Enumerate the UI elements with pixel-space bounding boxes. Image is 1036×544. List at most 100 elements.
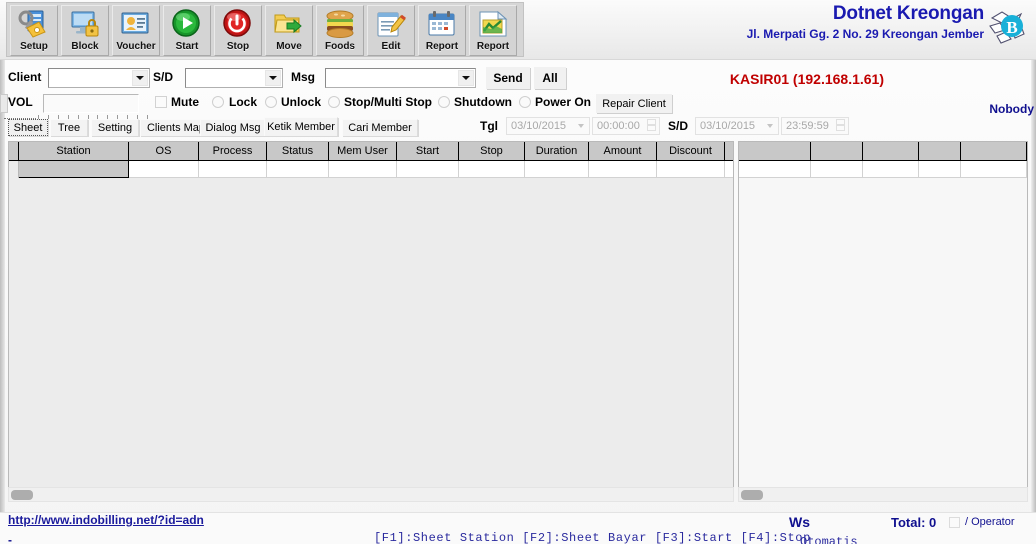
- shutdown-radio[interactable]: [438, 96, 450, 108]
- grid-cell[interactable]: [199, 161, 267, 178]
- unlock-radio[interactable]: [265, 96, 277, 108]
- column-header-station[interactable]: Station: [19, 142, 129, 161]
- grid-cell[interactable]: [459, 161, 525, 178]
- power-on-radio[interactable]: [519, 96, 531, 108]
- column-header-amount[interactable]: Amount: [589, 142, 657, 161]
- main-toolbar: Setup Block Voucher Start Stop Move Food…: [0, 0, 1036, 60]
- time-from-input[interactable]: 00:00:00: [592, 117, 660, 135]
- sd-dropdown[interactable]: [185, 68, 283, 88]
- tab-tree[interactable]: Tree: [50, 119, 88, 136]
- tab-dialog-msg[interactable]: Dialog Msg: [200, 119, 266, 136]
- chevron-down-icon[interactable]: [763, 119, 777, 133]
- toolbar-button-move[interactable]: Move: [265, 5, 313, 56]
- spinner-icon[interactable]: [836, 119, 847, 134]
- column-header-blank[interactable]: [725, 142, 733, 161]
- time-to-input[interactable]: 23:59:59: [781, 117, 849, 135]
- chevron-down-icon[interactable]: [458, 70, 474, 86]
- volume-slider-thumb[interactable]: [0, 94, 8, 113]
- grid-cell[interactable]: [329, 161, 397, 178]
- toolbar-button-start[interactable]: Start: [163, 5, 211, 56]
- station-grid[interactable]: Station OS Process Status Mem User Start Stop D…: [8, 141, 734, 501]
- toolbar-button-block[interactable]: Block: [61, 5, 109, 56]
- toolbar-button-voucher[interactable]: Voucher: [112, 5, 160, 56]
- grid-cell[interactable]: [863, 161, 919, 178]
- kasir-station-label: KASIR01 (192.168.1.61): [729, 71, 884, 87]
- all-button[interactable]: All: [534, 67, 566, 89]
- grid-cell[interactable]: [589, 161, 657, 178]
- repair-client-button[interactable]: Repair Client: [596, 94, 672, 113]
- toolbar-button-stop[interactable]: Stop: [214, 5, 262, 56]
- grid-cell[interactable]: [919, 161, 961, 178]
- stop-multi-stop-radio[interactable]: [328, 96, 340, 108]
- mute-label: Mute: [171, 95, 199, 109]
- grid-cell[interactable]: [739, 161, 811, 178]
- client-dropdown[interactable]: [48, 68, 150, 88]
- tab-setting[interactable]: Setting: [91, 119, 139, 136]
- column-header-blank[interactable]: [863, 142, 919, 161]
- date-from-value: 03/10/2015: [511, 120, 567, 132]
- chevron-down-icon[interactable]: [574, 119, 588, 133]
- spinner-icon[interactable]: [647, 119, 658, 134]
- toolbar-button-report-8[interactable]: Report: [418, 5, 466, 56]
- indobilling-link[interactable]: http://www.indobilling.net/?id=adn: [8, 513, 204, 527]
- column-header-os[interactable]: OS: [129, 142, 199, 161]
- column-header-duration[interactable]: Duration: [525, 142, 589, 161]
- grid-cell[interactable]: [525, 161, 589, 178]
- move-icon: [272, 8, 306, 40]
- scrollbar-thumb[interactable]: [741, 490, 763, 500]
- lock-radio[interactable]: [212, 96, 224, 108]
- toolbar-button-label: Start: [175, 41, 199, 52]
- grid-cell[interactable]: [725, 161, 733, 178]
- svg-text:B: B: [1006, 18, 1017, 37]
- grid-empty-area: [9, 179, 733, 500]
- toolbar-button-setup[interactable]: Setup: [10, 5, 58, 56]
- time-to-value: 23:59:59: [786, 120, 829, 132]
- grid-cell[interactable]: [129, 161, 199, 178]
- operator-label: / Operator: [965, 516, 1015, 528]
- grid-cell[interactable]: [811, 161, 863, 178]
- tab-ketik-member[interactable]: Ketik Member: [264, 117, 338, 136]
- grid-cell[interactable]: [267, 161, 329, 178]
- column-header-stop[interactable]: Stop: [459, 142, 525, 161]
- volume-slider[interactable]: [43, 94, 139, 113]
- operator-checkbox[interactable]: [949, 517, 960, 528]
- msg-dropdown[interactable]: [325, 68, 476, 88]
- chevron-down-icon[interactable]: [132, 70, 148, 86]
- stop-icon: [221, 8, 255, 40]
- report-calendar-icon: [425, 8, 459, 40]
- column-header-status[interactable]: Status: [267, 142, 329, 161]
- toolbar-button-report-9[interactable]: Report: [469, 5, 517, 56]
- toolbar-button-edit[interactable]: Edit: [367, 5, 415, 56]
- tab-cari-member[interactable]: Cari Member: [342, 119, 418, 136]
- column-header-mem-user[interactable]: Mem User: [329, 142, 397, 161]
- column-header-blank[interactable]: [961, 142, 1027, 161]
- column-header-process[interactable]: Process: [199, 142, 267, 161]
- send-button[interactable]: Send: [486, 67, 530, 89]
- toolbar-button-strip: Setup Block Voucher Start Stop Move Food…: [6, 2, 524, 57]
- column-header-blank[interactable]: [811, 142, 863, 161]
- column-header-blank[interactable]: [919, 142, 961, 161]
- payment-grid-hscrollbar[interactable]: [738, 487, 1028, 502]
- scrollbar-thumb[interactable]: [11, 490, 33, 500]
- toolbar-button-foods[interactable]: Foods: [316, 5, 364, 56]
- unlock-label: Unlock: [281, 95, 322, 109]
- grid-cell[interactable]: [397, 161, 459, 178]
- toolbar-button-label: Block: [71, 41, 99, 52]
- date-to-input[interactable]: 03/10/2015: [695, 117, 779, 135]
- column-header-blank[interactable]: [739, 142, 811, 161]
- column-header-start[interactable]: Start: [397, 142, 459, 161]
- station-grid-hscrollbar[interactable]: [8, 487, 734, 502]
- grid-cell[interactable]: [961, 161, 1027, 178]
- mute-checkbox[interactable]: [155, 96, 167, 108]
- right-edge-strip: [1031, 60, 1036, 544]
- foods-icon: [323, 8, 357, 40]
- toolbar-button-label: Setup: [20, 41, 48, 52]
- chevron-down-icon[interactable]: [265, 70, 281, 86]
- stop-multi-stop-label: Stop/Multi Stop: [344, 95, 432, 109]
- tab-sheet[interactable]: Sheet: [8, 119, 48, 136]
- grid-cell[interactable]: [19, 161, 129, 178]
- date-from-input[interactable]: 03/10/2015: [506, 117, 590, 135]
- payment-grid[interactable]: [738, 141, 1028, 501]
- grid-cell[interactable]: [657, 161, 725, 178]
- column-header-discount[interactable]: Discount: [657, 142, 725, 161]
